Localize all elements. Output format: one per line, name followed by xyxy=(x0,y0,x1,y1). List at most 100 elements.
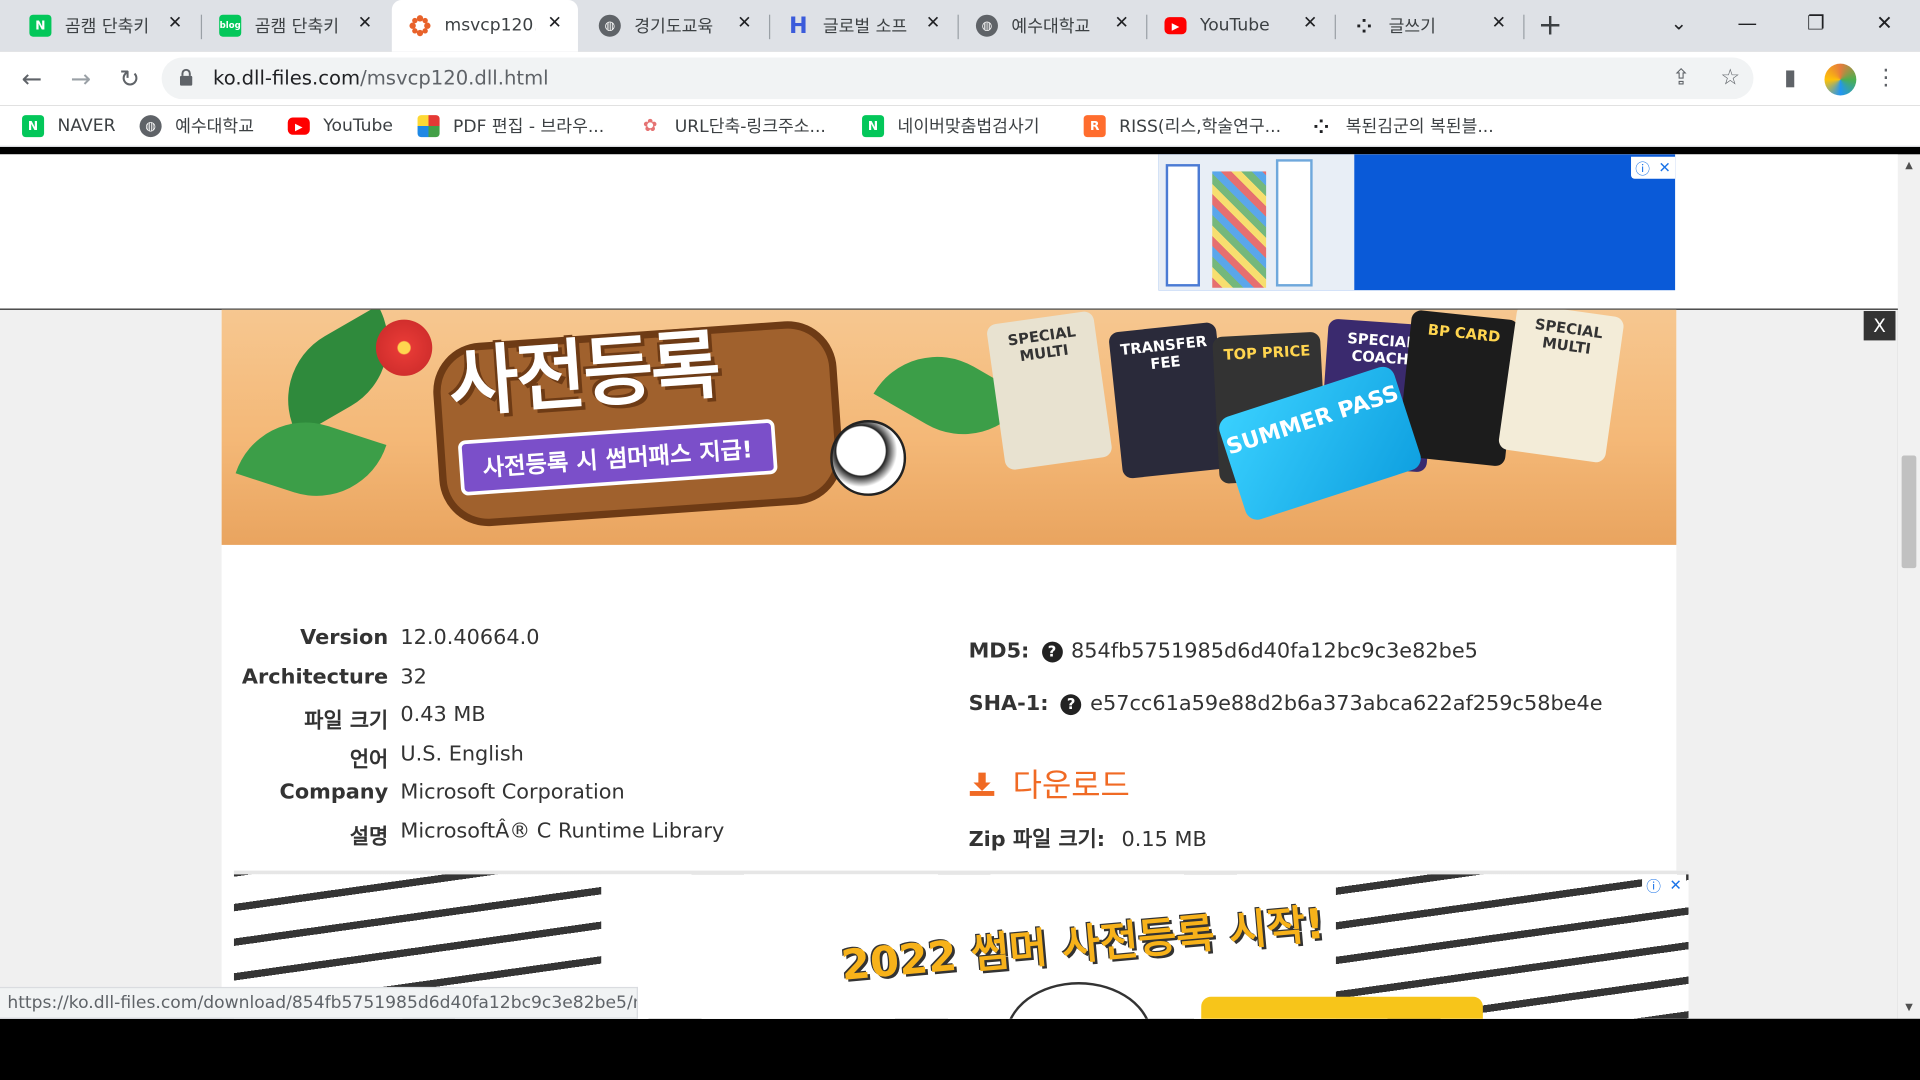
bookmark-url[interactable]: ✿ URL단축-링크주소... xyxy=(639,113,826,140)
scroll-down-icon[interactable]: ▼ xyxy=(1898,1002,1920,1017)
bookmark-pdf[interactable]: PDF 편집 - 브라우... xyxy=(417,113,604,140)
bookmark-label: 네이버맞춤법검사기 xyxy=(897,117,1040,138)
zip-size-value: 0.15 MB xyxy=(1121,827,1207,853)
browser-toolbar: ← → ↻ ko.dll-files.com/msvcp120.dll.html… xyxy=(0,51,1920,106)
share-icon[interactable]: ⇪ xyxy=(1668,65,1695,92)
version-label: Version xyxy=(300,625,389,651)
bookmark-riss[interactable]: R RISS(리스,학술연구... xyxy=(1083,113,1281,140)
tab-6[interactable]: ◍ 예수대학교 ✕ xyxy=(959,0,1145,51)
page-scrollbar[interactable]: ▲ ▼ xyxy=(1897,154,1920,1019)
tab-1[interactable]: N 곰캠 단축키 ✕ xyxy=(12,0,198,51)
help-icon[interactable]: ? xyxy=(1041,641,1063,662)
top-advertisement[interactable]: ⓘ ✕ xyxy=(1158,154,1676,291)
tab-2[interactable]: blog 곰캠 단축키 ✕ xyxy=(202,0,388,51)
tab-search-icon[interactable]: ⌄ xyxy=(1660,5,1697,42)
address-bar[interactable]: ko.dll-files.com/msvcp120.dll.html ⇪ ☆ xyxy=(161,57,1754,100)
close-icon[interactable]: ✕ xyxy=(1299,13,1321,33)
close-icon[interactable]: ✕ xyxy=(922,13,944,33)
scroll-up-icon[interactable]: ▲ xyxy=(1898,159,1920,174)
architecture-label: Architecture xyxy=(241,664,389,690)
hibiscus-icon xyxy=(375,319,433,376)
back-icon[interactable]: ← xyxy=(15,61,49,95)
ad-choices-icon[interactable]: ⓘ ✕ xyxy=(1642,874,1687,897)
soccer-ball-icon xyxy=(830,420,907,496)
company-row: Company Microsoft Corporation xyxy=(222,780,908,814)
screen: N 곰캠 단축키 ✕ blog 곰캠 단축키 ✕ msvcp120.dll ✕ … xyxy=(0,0,1920,1080)
tab-title: 예수대학교 xyxy=(1011,17,1091,37)
url-path: /msvcp120.dll.html xyxy=(360,66,549,90)
close-icon[interactable]: ✕ xyxy=(544,13,566,33)
bookmark-label: YouTube xyxy=(323,116,393,136)
tab-separator xyxy=(1523,14,1525,40)
file-size-label: 파일 크기 xyxy=(304,708,389,734)
dll-files-icon xyxy=(409,15,431,37)
tab-3-active[interactable]: msvcp120.dll ✕ xyxy=(391,0,578,52)
version-value: 12.0.40664.0 xyxy=(400,625,540,651)
version-row: Version 12.0.40664.0 xyxy=(222,626,908,660)
bookmark-star-icon[interactable]: ☆ xyxy=(1717,65,1744,92)
language-value: U.S. English xyxy=(400,742,524,767)
md5-value: 854fb5751985d6d40fa12bc9c3e82be5 xyxy=(1071,639,1478,664)
zip-size-row: Zip 파일 크기: 0.15 MB xyxy=(968,822,1207,853)
bookmark-youtube[interactable]: ▶ YouTube xyxy=(287,113,393,140)
close-icon[interactable]: ✕ xyxy=(1488,13,1510,33)
forward-icon[interactable]: → xyxy=(64,61,98,95)
close-icon[interactable]: ✕ xyxy=(1111,13,1133,33)
close-icon[interactable]: ✕ xyxy=(733,13,755,33)
close-icon[interactable]: ✕ xyxy=(354,13,376,33)
window-close-icon[interactable]: ✕ xyxy=(1866,5,1903,42)
zip-size-label: Zip 파일 크기: xyxy=(968,827,1106,853)
top-ad-area: ⓘ ✕ xyxy=(0,154,1898,310)
globe-icon: ◍ xyxy=(975,14,998,37)
tab-8[interactable]: ⁘ 글쓰기 ✕ xyxy=(1336,0,1522,51)
ad-choices-icon[interactable]: ⓘ ✕ xyxy=(1631,156,1676,179)
file-size-row: 파일 크기 0.43 MB xyxy=(222,703,908,737)
download-icon xyxy=(969,772,995,796)
architecture-row: Architecture 32 xyxy=(222,665,908,699)
tab-7[interactable]: ▶ YouTube ✕ xyxy=(1147,0,1333,51)
globe-icon: ◍ xyxy=(139,115,162,138)
dots-icon: ⁘ xyxy=(1355,14,1373,38)
md5-label: MD5: xyxy=(968,639,1030,664)
tab-title: 글로벌 소프 xyxy=(822,17,908,37)
download-link[interactable]: 다운로드 xyxy=(969,760,1130,805)
bookmark-label: 복된김군의 복된블... xyxy=(1345,117,1494,138)
bookmark-spellcheck[interactable]: N 네이버맞춤법검사기 xyxy=(862,113,1039,140)
game-banner-ad[interactable]: 사전등록 사전등록 시 썸머패스 지급! SPECIAL MULTI TRANS… xyxy=(221,309,1677,545)
banner-close-button[interactable]: X xyxy=(1863,311,1896,341)
md5-row: MD5: ? 854fb5751985d6d40fa12bc9c3e82be5 xyxy=(969,639,1478,663)
bookmark-blog[interactable]: ⁘ 복된김군의 복된블... xyxy=(1310,113,1494,140)
profile-avatar[interactable] xyxy=(1824,63,1857,96)
download-label: 다운로드 xyxy=(1012,767,1130,805)
lock-icon[interactable] xyxy=(179,68,194,86)
youtube-icon: ▶ xyxy=(287,117,310,135)
menu-kebab-icon[interactable]: ⋮ xyxy=(1871,64,1900,93)
url-text[interactable]: ko.dll-files.com/msvcp120.dll.html xyxy=(213,66,549,89)
help-icon[interactable]: ? xyxy=(1060,693,1082,715)
sha1-label: SHA-1: xyxy=(968,691,1049,717)
tab-4[interactable]: ◍ 경기도교육 ✕ xyxy=(582,0,768,51)
url-icon: ✿ xyxy=(643,116,658,136)
bookmark-label: URL단축-링크주소... xyxy=(674,117,826,138)
reload-icon[interactable]: ↻ xyxy=(113,61,147,95)
tab-5[interactable]: H 글로벌 소프 ✕ xyxy=(770,0,956,51)
scrollbar-thumb[interactable] xyxy=(1901,455,1917,569)
side-panel-icon[interactable]: ▮ xyxy=(1776,64,1805,93)
bookmark-naver[interactable]: N NAVER xyxy=(22,113,115,140)
sha1-row: SHA-1: ? e57cc61a59e88d2b6a373abca622af2… xyxy=(969,692,1603,716)
ad-banner-image xyxy=(1158,154,1355,291)
minimize-icon[interactable]: — xyxy=(1729,5,1766,42)
tab-title: msvcp120.dll xyxy=(444,15,535,36)
close-icon[interactable]: ✕ xyxy=(164,13,186,33)
description-value: MicrosoftÂ® C Runtime Library xyxy=(400,819,725,844)
banner-card: SPECIAL MULTI xyxy=(985,310,1113,471)
architecture-value: 32 xyxy=(400,664,427,690)
status-bar-url: https://ko.dll-files.com/download/854fb5… xyxy=(0,986,638,1019)
ad-standee xyxy=(1165,164,1201,287)
tab-title: 곰캠 단축키 xyxy=(64,17,150,37)
bookmark-yesu[interactable]: ◍ 예수대학교 xyxy=(139,113,254,140)
language-row: 언어 U.S. English xyxy=(222,742,908,776)
new-tab-button[interactable]: + xyxy=(1536,7,1565,41)
restore-icon[interactable]: ❐ xyxy=(1798,5,1835,42)
banner-card: SPECIAL MULTI xyxy=(1497,309,1625,464)
